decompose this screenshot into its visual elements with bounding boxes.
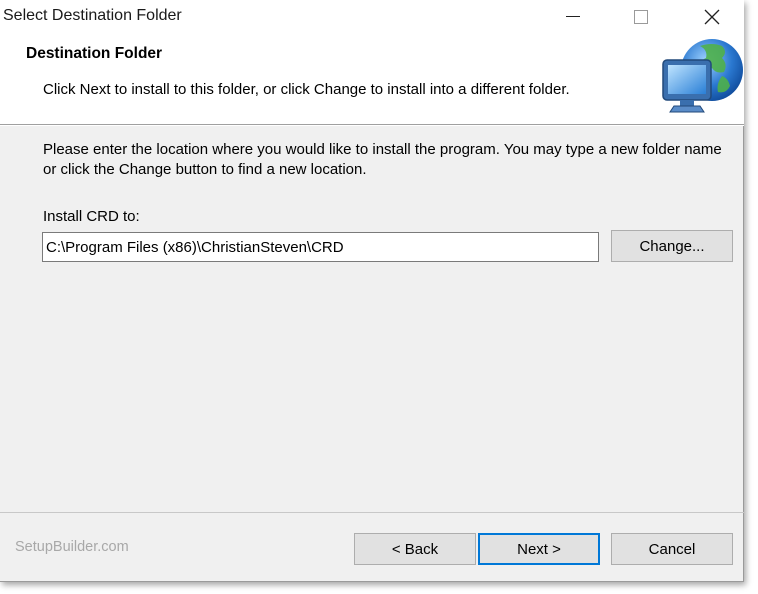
brand-text: SetupBuilder.com	[15, 539, 129, 555]
maximize-icon	[634, 9, 648, 24]
title-bar[interactable]: Select Destination Folder	[0, 0, 744, 33]
minimize-icon	[566, 16, 580, 17]
page-subtitle: Click Next to install to this folder, or…	[43, 81, 570, 98]
header-band: Destination Folder Click Next to install…	[0, 33, 744, 124]
window-title: Select Destination Folder	[3, 7, 182, 24]
close-icon	[704, 9, 720, 24]
instructions-text: Please enter the location where you woul…	[43, 141, 722, 178]
header-divider-highlight	[0, 125, 744, 126]
install-path-input[interactable]	[42, 232, 599, 262]
change-button[interactable]: Change...	[611, 230, 733, 262]
back-button[interactable]: < Back	[354, 533, 476, 565]
page-title: Destination Folder	[26, 45, 163, 62]
install-location-label: Install CRD to:	[43, 208, 140, 225]
installer-dialog: Select Destination Folder Destination Fo…	[0, 0, 744, 582]
cancel-button[interactable]: Cancel	[611, 533, 733, 565]
footer-divider	[0, 512, 744, 513]
computer-globe-icon	[662, 39, 743, 113]
next-button[interactable]: Next >	[478, 533, 600, 565]
close-button[interactable]	[689, 0, 735, 33]
maximize-button	[618, 0, 664, 33]
minimize-button[interactable]	[550, 0, 596, 33]
